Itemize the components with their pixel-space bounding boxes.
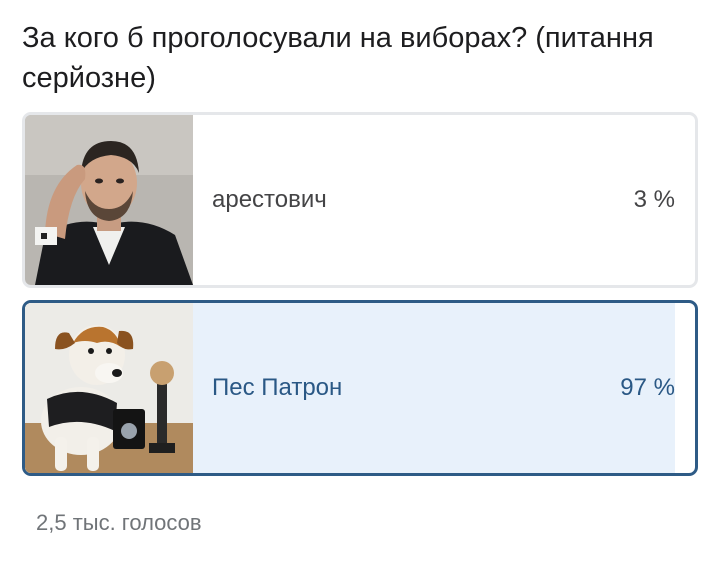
poll-question: За кого б проголосували на виборах? (пит…: [22, 22, 654, 94]
option-percent: 3 %: [633, 186, 675, 213]
option-label: арестович: [212, 186, 327, 213]
option-label: Пес Патрон: [212, 374, 343, 401]
dog-patron-photo: [25, 303, 193, 473]
man-portrait-photo: [25, 115, 193, 285]
poll-card: За кого б проголосували на виборах? (пит…: [0, 0, 720, 574]
poll-option-pes-patron[interactable]: Пес Патрон 97 %: [22, 300, 698, 476]
votes-count: 2,5 тыс. голосов: [36, 510, 202, 535]
poll-option-arestovych[interactable]: арестович 3 %: [22, 112, 698, 288]
option-percent: 97 %: [620, 374, 675, 401]
